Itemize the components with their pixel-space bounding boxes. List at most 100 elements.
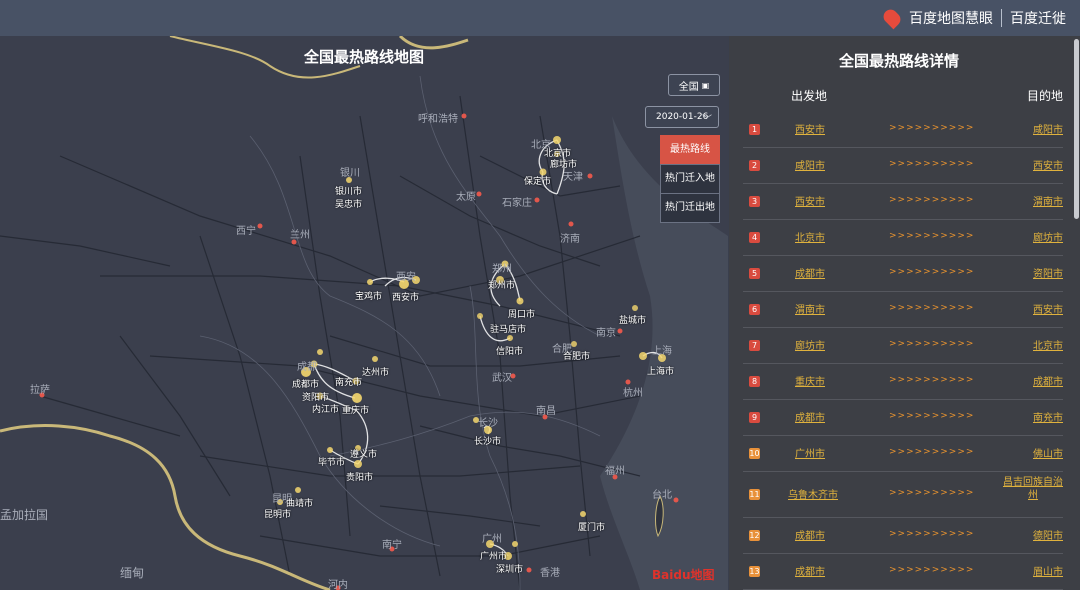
map-label: 天津 bbox=[563, 172, 583, 183]
map-label: 缅甸 bbox=[120, 566, 145, 580]
map-label: 西安 bbox=[396, 272, 416, 283]
origin-link[interactable]: 广州市 bbox=[783, 445, 837, 460]
brand-product-name: 百度迁徙 bbox=[1010, 11, 1066, 27]
direction-arrows: >>>>>>>>>> bbox=[889, 231, 975, 241]
rank-badge: 10 bbox=[749, 448, 760, 459]
origin-link[interactable]: 北京市 bbox=[783, 229, 837, 244]
scrollbar[interactable] bbox=[1074, 39, 1079, 219]
rank-badge: 1 bbox=[749, 124, 760, 135]
direction-arrows: >>>>>>>>>> bbox=[889, 123, 975, 133]
direction-arrows: >>>>>>>>>> bbox=[889, 488, 975, 498]
mode-hot-inflow[interactable]: 热门迁入地 bbox=[660, 164, 720, 194]
direction-arrows: >>>>>>>>>> bbox=[889, 267, 975, 277]
rank-badge: 11 bbox=[749, 489, 760, 500]
brand-divider bbox=[1001, 9, 1002, 27]
mode-hot-outflow[interactable]: 热门迁出地 bbox=[660, 193, 720, 223]
route-row: 12 成都市 >>>>>>>>>> 德阳市 bbox=[743, 518, 1063, 554]
origin-link[interactable]: 成都市 bbox=[783, 409, 837, 424]
baidu-map-watermark: Baidu地图 bbox=[652, 568, 715, 582]
destination-link[interactable]: 北京市 bbox=[1009, 337, 1063, 352]
map-label: 呼和浩特 bbox=[418, 114, 458, 125]
city-label: 重庆市 bbox=[342, 406, 370, 416]
destination-link[interactable]: 咸阳市 bbox=[1009, 121, 1063, 136]
column-origin: 出发地 bbox=[791, 89, 828, 103]
map-label: 西宁 bbox=[236, 226, 256, 237]
route-map[interactable]: 全国最热路线地图 全国 ▣ 2020-01-26 ﹀ 最热路线 热门迁入地 热门… bbox=[0, 36, 728, 590]
scope-selector[interactable]: 全国 ▣ bbox=[668, 74, 720, 96]
city-label: 廊坊市 bbox=[550, 160, 578, 170]
route-row: 9 成都市 >>>>>>>>>> 南充市 bbox=[743, 400, 1063, 436]
rank-badge: 3 bbox=[749, 196, 760, 207]
origin-link[interactable]: 廊坊市 bbox=[783, 337, 837, 352]
map-label: 兰州 bbox=[290, 230, 310, 241]
rank-badge: 7 bbox=[749, 340, 760, 351]
destination-link[interactable]: 眉山市 bbox=[1009, 563, 1063, 578]
origin-link[interactable]: 西安市 bbox=[783, 193, 837, 208]
destination-link[interactable]: 渭南市 bbox=[1009, 193, 1063, 208]
origin-link[interactable]: 咸阳市 bbox=[783, 157, 837, 172]
map-pin-icon bbox=[880, 6, 904, 30]
origin-link[interactable]: 成都市 bbox=[783, 563, 837, 578]
route-row: 6 渭南市 >>>>>>>>>> 西安市 bbox=[743, 292, 1063, 328]
rank-badge: 13 bbox=[749, 566, 760, 577]
destination-link[interactable]: 德阳市 bbox=[1009, 527, 1063, 542]
origin-link[interactable]: 成都市 bbox=[783, 527, 837, 542]
map-label: 银川 bbox=[340, 168, 360, 179]
rank-badge: 9 bbox=[749, 412, 760, 423]
map-label: 台北 bbox=[652, 490, 672, 501]
direction-arrows: >>>>>>>>>> bbox=[889, 159, 975, 169]
map-label: 广州 bbox=[482, 534, 502, 545]
map-label: 长沙 bbox=[478, 418, 498, 429]
top-bar: 百度地图慧眼 百度迁徙 bbox=[0, 0, 1080, 36]
direction-arrows: >>>>>>>>>> bbox=[889, 195, 975, 205]
rank-badge: 4 bbox=[749, 232, 760, 243]
route-row: 10 广州市 >>>>>>>>>> 佛山市 bbox=[743, 436, 1063, 472]
direction-arrows: >>>>>>>>>> bbox=[889, 375, 975, 385]
rank-badge: 5 bbox=[749, 268, 760, 279]
city-label: 厦门市 bbox=[578, 523, 606, 533]
origin-link[interactable]: 西安市 bbox=[783, 121, 837, 136]
direction-arrows: >>>>>>>>>> bbox=[889, 339, 975, 349]
destination-link[interactable]: 成都市 bbox=[1009, 373, 1063, 388]
rank-badge: 2 bbox=[749, 160, 760, 171]
direction-arrows: >>>>>>>>>> bbox=[889, 303, 975, 313]
route-row: 3 西安市 >>>>>>>>>> 渭南市 bbox=[743, 184, 1063, 220]
destination-link[interactable]: 昌吉回族自治州 bbox=[1003, 476, 1063, 502]
destination-link[interactable]: 廊坊市 bbox=[1009, 229, 1063, 244]
direction-arrows: >>>>>>>>>> bbox=[889, 411, 975, 421]
origin-link[interactable]: 渭南市 bbox=[783, 301, 837, 316]
map-label: 拉萨 bbox=[30, 385, 50, 396]
direction-arrows: >>>>>>>>>> bbox=[889, 565, 975, 575]
city-label: 深圳市 bbox=[496, 565, 524, 575]
map-label: 成都 bbox=[297, 362, 317, 373]
map-label: 武汉 bbox=[492, 373, 512, 384]
mode-hot-routes[interactable]: 最热路线 bbox=[660, 135, 720, 165]
brand[interactable]: 百度地图慧眼 百度迁徙 bbox=[880, 6, 1066, 30]
city-label: 上海市 bbox=[647, 367, 675, 377]
destination-link[interactable]: 西安市 bbox=[1009, 301, 1063, 316]
city-label: 周口市 bbox=[508, 310, 536, 320]
destination-link[interactable]: 南充市 bbox=[1009, 409, 1063, 424]
origin-link[interactable]: 乌鲁木齐市 bbox=[777, 486, 849, 501]
direction-arrows: >>>>>>>>>> bbox=[889, 447, 975, 457]
map-label: 孟加拉国 bbox=[0, 508, 49, 522]
city-label: 内江市 bbox=[312, 405, 340, 415]
panel-header: 出发地 目的地 bbox=[743, 87, 1063, 109]
city-label: 长沙市 bbox=[474, 437, 502, 447]
city-label: 合肥市 bbox=[563, 352, 591, 362]
destination-link[interactable]: 西安市 bbox=[1009, 157, 1063, 172]
column-destination: 目的地 bbox=[1026, 89, 1063, 103]
city-label: 郑州市 bbox=[488, 281, 516, 291]
origin-link[interactable]: 成都市 bbox=[783, 265, 837, 280]
city-label: 吴忠市 bbox=[335, 200, 363, 210]
city-label: 保定市 bbox=[524, 177, 552, 187]
scope-label: 全国 bbox=[678, 81, 699, 93]
map-label: 石家庄 bbox=[502, 198, 532, 209]
city-label: 贵阳市 bbox=[346, 473, 374, 483]
destination-link[interactable]: 佛山市 bbox=[1009, 445, 1063, 460]
date-selector[interactable]: 2020-01-26 ﹀ bbox=[645, 106, 719, 128]
map-title: 全国最热路线地图 bbox=[303, 48, 424, 66]
map-label: 南京 bbox=[596, 328, 616, 339]
origin-link[interactable]: 重庆市 bbox=[783, 373, 837, 388]
destination-link[interactable]: 资阳市 bbox=[1009, 265, 1063, 280]
